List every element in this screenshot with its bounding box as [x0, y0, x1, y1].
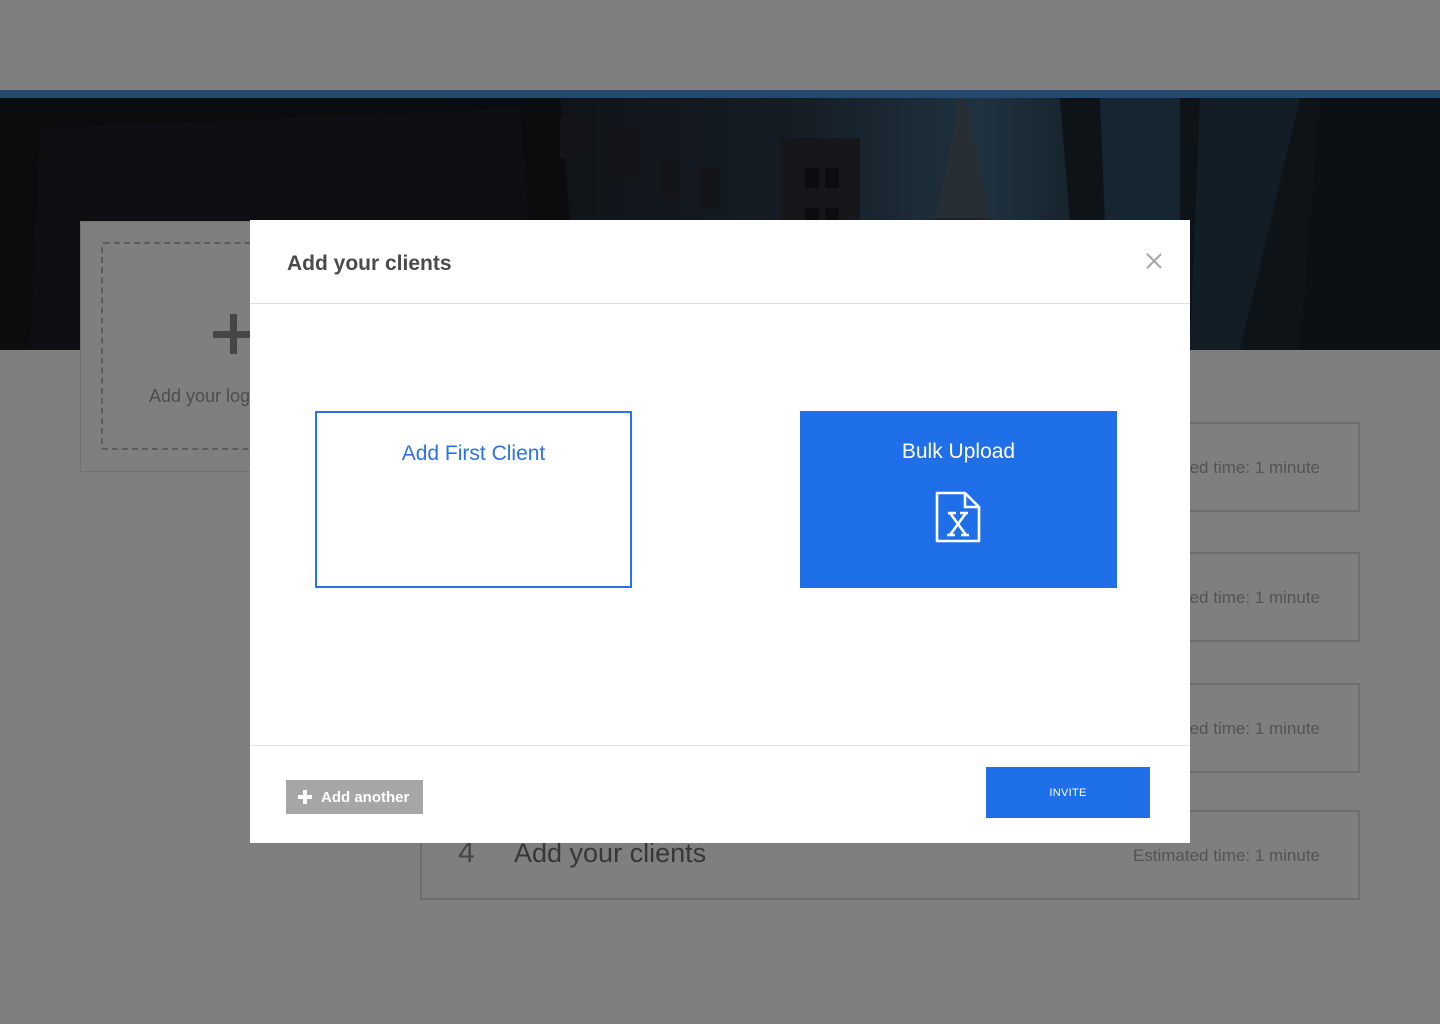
add-another-label: Add another [321, 788, 410, 806]
close-icon[interactable] [1143, 250, 1165, 272]
bulk-upload-label: Bulk Upload [901, 440, 1016, 463]
modal-footer: Add another INVITE [250, 745, 1190, 843]
plus-icon [298, 790, 312, 804]
invite-button[interactable]: INVITE [986, 767, 1150, 818]
excel-file-icon [935, 491, 981, 543]
bulk-upload-button[interactable]: Bulk Upload [800, 411, 1117, 588]
add-first-client-label: Add First Client [401, 442, 546, 465]
add-another-button[interactable]: Add another [286, 780, 423, 814]
add-clients-modal: Add your clients Add First Client Bulk U… [250, 220, 1190, 843]
modal-title: Add your clients [287, 252, 452, 275]
add-first-client-button[interactable]: Add First Client [315, 411, 632, 588]
modal-header: Add your clients [250, 220, 1190, 304]
